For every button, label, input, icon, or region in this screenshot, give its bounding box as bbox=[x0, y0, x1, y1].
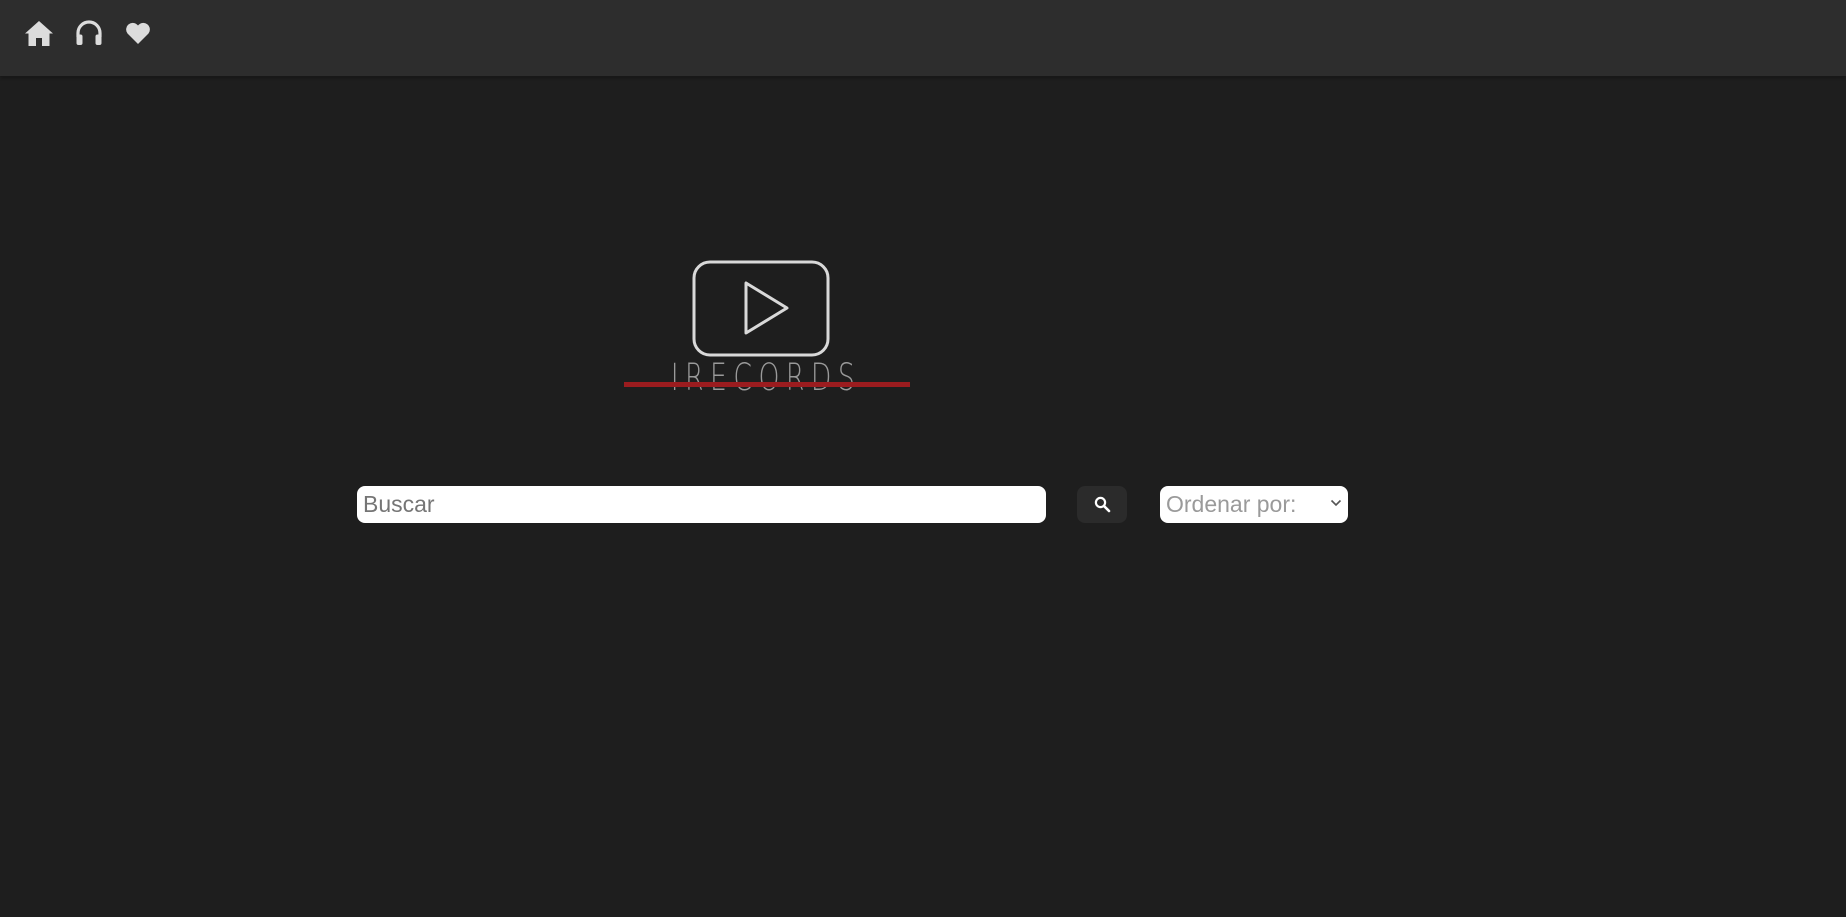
play-button-logo-icon bbox=[692, 260, 830, 357]
heart-icon[interactable] bbox=[123, 18, 153, 48]
chevron-down-icon bbox=[1330, 499, 1342, 507]
search-input[interactable] bbox=[357, 486, 1046, 523]
irecords-logo: IRECORDS bbox=[622, 258, 910, 408]
search-button[interactable] bbox=[1077, 486, 1127, 523]
home-icon[interactable] bbox=[24, 18, 54, 48]
headphones-icon[interactable] bbox=[74, 18, 104, 48]
top-navigation-bar bbox=[0, 0, 1846, 76]
sort-select-label: Ordenar por: bbox=[1166, 491, 1297, 517]
logo-text: IRECORDS bbox=[670, 356, 862, 399]
search-icon bbox=[1094, 496, 1110, 513]
sort-select[interactable]: Ordenar por: bbox=[1160, 486, 1348, 523]
logo-red-line bbox=[624, 382, 910, 387]
